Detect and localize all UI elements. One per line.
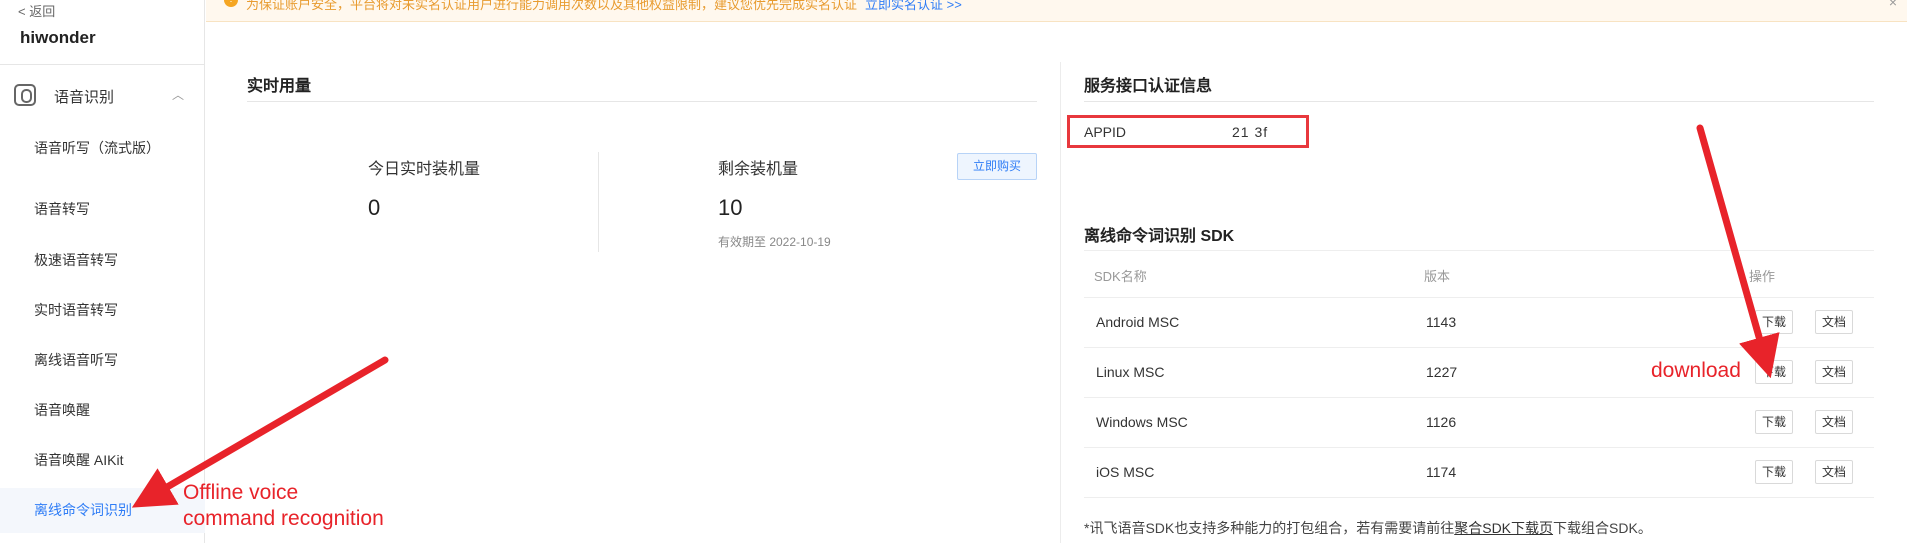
table-row: Android MSC 1143 下载 文档 <box>1084 298 1874 348</box>
sdk-name: iOS MSC <box>1096 464 1155 480</box>
sidebar-item-wakeup-aikit[interactable]: 语音唤醒 AIKit <box>34 450 154 470</box>
remaining-installs-value: 10 <box>718 195 743 220</box>
today-installs-value: 0 <box>368 195 381 220</box>
column-header-name: SDK名称 <box>1094 269 1147 284</box>
sdk-version: 1143 <box>1426 314 1457 330</box>
docs-button[interactable]: 文档 <box>1815 360 1854 384</box>
sdk-version: 1227 <box>1426 364 1458 380</box>
sidebar-item-transcription[interactable]: 语音转写 <box>34 199 154 219</box>
sidebar-item-streaming-dictation[interactable]: 语音听写（流式版） <box>34 138 160 158</box>
warning-icon: ! <box>224 0 238 7</box>
sidebar-item-fast-transcription[interactable]: 极速语音转写 <box>34 250 154 270</box>
aggregate-sdk-link[interactable]: 聚合SDK下载页 <box>1454 520 1553 536</box>
usage-title: 实时用量 <box>247 78 312 95</box>
sdk-name: Android MSC <box>1096 314 1180 330</box>
buy-now-button[interactable]: 立即购买 <box>957 153 1037 180</box>
docs-button[interactable]: 文档 <box>1815 310 1854 334</box>
sidebar: < 返回 hiwonder 语音识别 ︿ 语音听写（流式版） 语音转写 极速语音… <box>0 0 205 543</box>
column-header-actions: 操作 <box>1749 269 1776 284</box>
appid-value[interactable]: 21 3f <box>1232 124 1268 140</box>
verify-identity-link[interactable]: 立即实名认证 >> <box>865 0 962 12</box>
appid-highlight-box: APPID 21 3f <box>1067 115 1309 148</box>
appid-label: APPID <box>1084 124 1127 140</box>
auth-title-underline <box>1084 101 1874 102</box>
table-row: Windows MSC 1126 下载 文档 <box>1084 398 1874 448</box>
sidebar-divider <box>0 64 205 65</box>
auth-title: 服务接口认证信息 <box>1084 78 1213 95</box>
sidebar-group-title: 语音识别 <box>54 89 115 106</box>
docs-button[interactable]: 文档 <box>1815 460 1854 484</box>
expiry-date: 有效期至 2022-10-19 <box>718 235 831 249</box>
download-button[interactable]: 下载 <box>1755 410 1794 434</box>
sdk-title: 离线命令词识别 SDK <box>1084 228 1235 245</box>
sdk-version: 1174 <box>1426 464 1457 480</box>
today-installs-label: 今日实时装机量 <box>368 161 481 178</box>
sidebar-item-wakeup[interactable]: 语音唤醒 <box>34 400 154 420</box>
sdk-note: *讯飞语音SDK也支持多种能力的打包组合，若有需要请前往聚合SDK下载页下载组合… <box>1084 518 1652 538</box>
download-button[interactable]: 下载 <box>1755 310 1794 334</box>
warning-banner: ! 为保证账户安全，平台将对未实名认证用户进行能力调用次数以及其他权益限制，建议… <box>206 0 1907 22</box>
offline-annotation-line1: Offline voice <box>183 481 299 504</box>
banner-text: 为保证账户安全，平台将对未实名认证用户进行能力调用次数以及其他权益限制，建议您优… <box>246 0 962 13</box>
table-row: Linux MSC 1227 下载 文档 <box>1084 348 1874 398</box>
sdk-table: SDK名称 版本 操作 Android MSC 1143 下载 文档 Linux… <box>1084 250 1874 498</box>
usage-title-underline <box>247 101 1037 102</box>
microphone-icon <box>14 84 36 106</box>
sdk-version: 1126 <box>1426 414 1457 430</box>
sidebar-item-realtime-transcription[interactable]: 实时语音转写 <box>34 300 154 320</box>
download-annotation: download <box>1651 359 1741 382</box>
app-name: hiwonder <box>20 28 96 47</box>
sdk-name: Windows MSC <box>1096 414 1188 430</box>
sdk-name: Linux MSC <box>1096 364 1165 380</box>
download-button[interactable]: 下载 <box>1755 460 1794 484</box>
sidebar-item-offline-dictation[interactable]: 离线语音听写 <box>34 350 154 370</box>
panel-divider <box>1060 62 1061 543</box>
chevron-up-icon: ︿ <box>172 88 185 102</box>
sidebar-group-speech-recognition[interactable]: 语音识别 ︿ <box>0 80 205 112</box>
note-suffix: 下载组合SDK。 <box>1553 520 1652 536</box>
metric-divider <box>598 152 599 252</box>
sidebar-item-offline-command[interactable]: 离线命令词识别 <box>34 500 154 520</box>
table-header: SDK名称 版本 操作 <box>1084 250 1874 298</box>
close-icon[interactable]: × <box>1889 0 1897 10</box>
banner-message: 为保证账户安全，平台将对未实名认证用户进行能力调用次数以及其他权益限制，建议您优… <box>246 0 858 12</box>
docs-button[interactable]: 文档 <box>1815 410 1854 434</box>
column-header-version: 版本 <box>1424 269 1451 284</box>
remaining-installs-label: 剩余装机量 <box>718 161 799 178</box>
table-row: iOS MSC 1174 下载 文档 <box>1084 448 1874 498</box>
download-button[interactable]: 下载 <box>1755 360 1794 384</box>
offline-annotation-line2: command recognition <box>183 507 384 530</box>
note-prefix: *讯飞语音SDK也支持多种能力的打包组合，若有需要请前往 <box>1084 520 1455 536</box>
back-link[interactable]: < 返回 <box>18 1 55 20</box>
